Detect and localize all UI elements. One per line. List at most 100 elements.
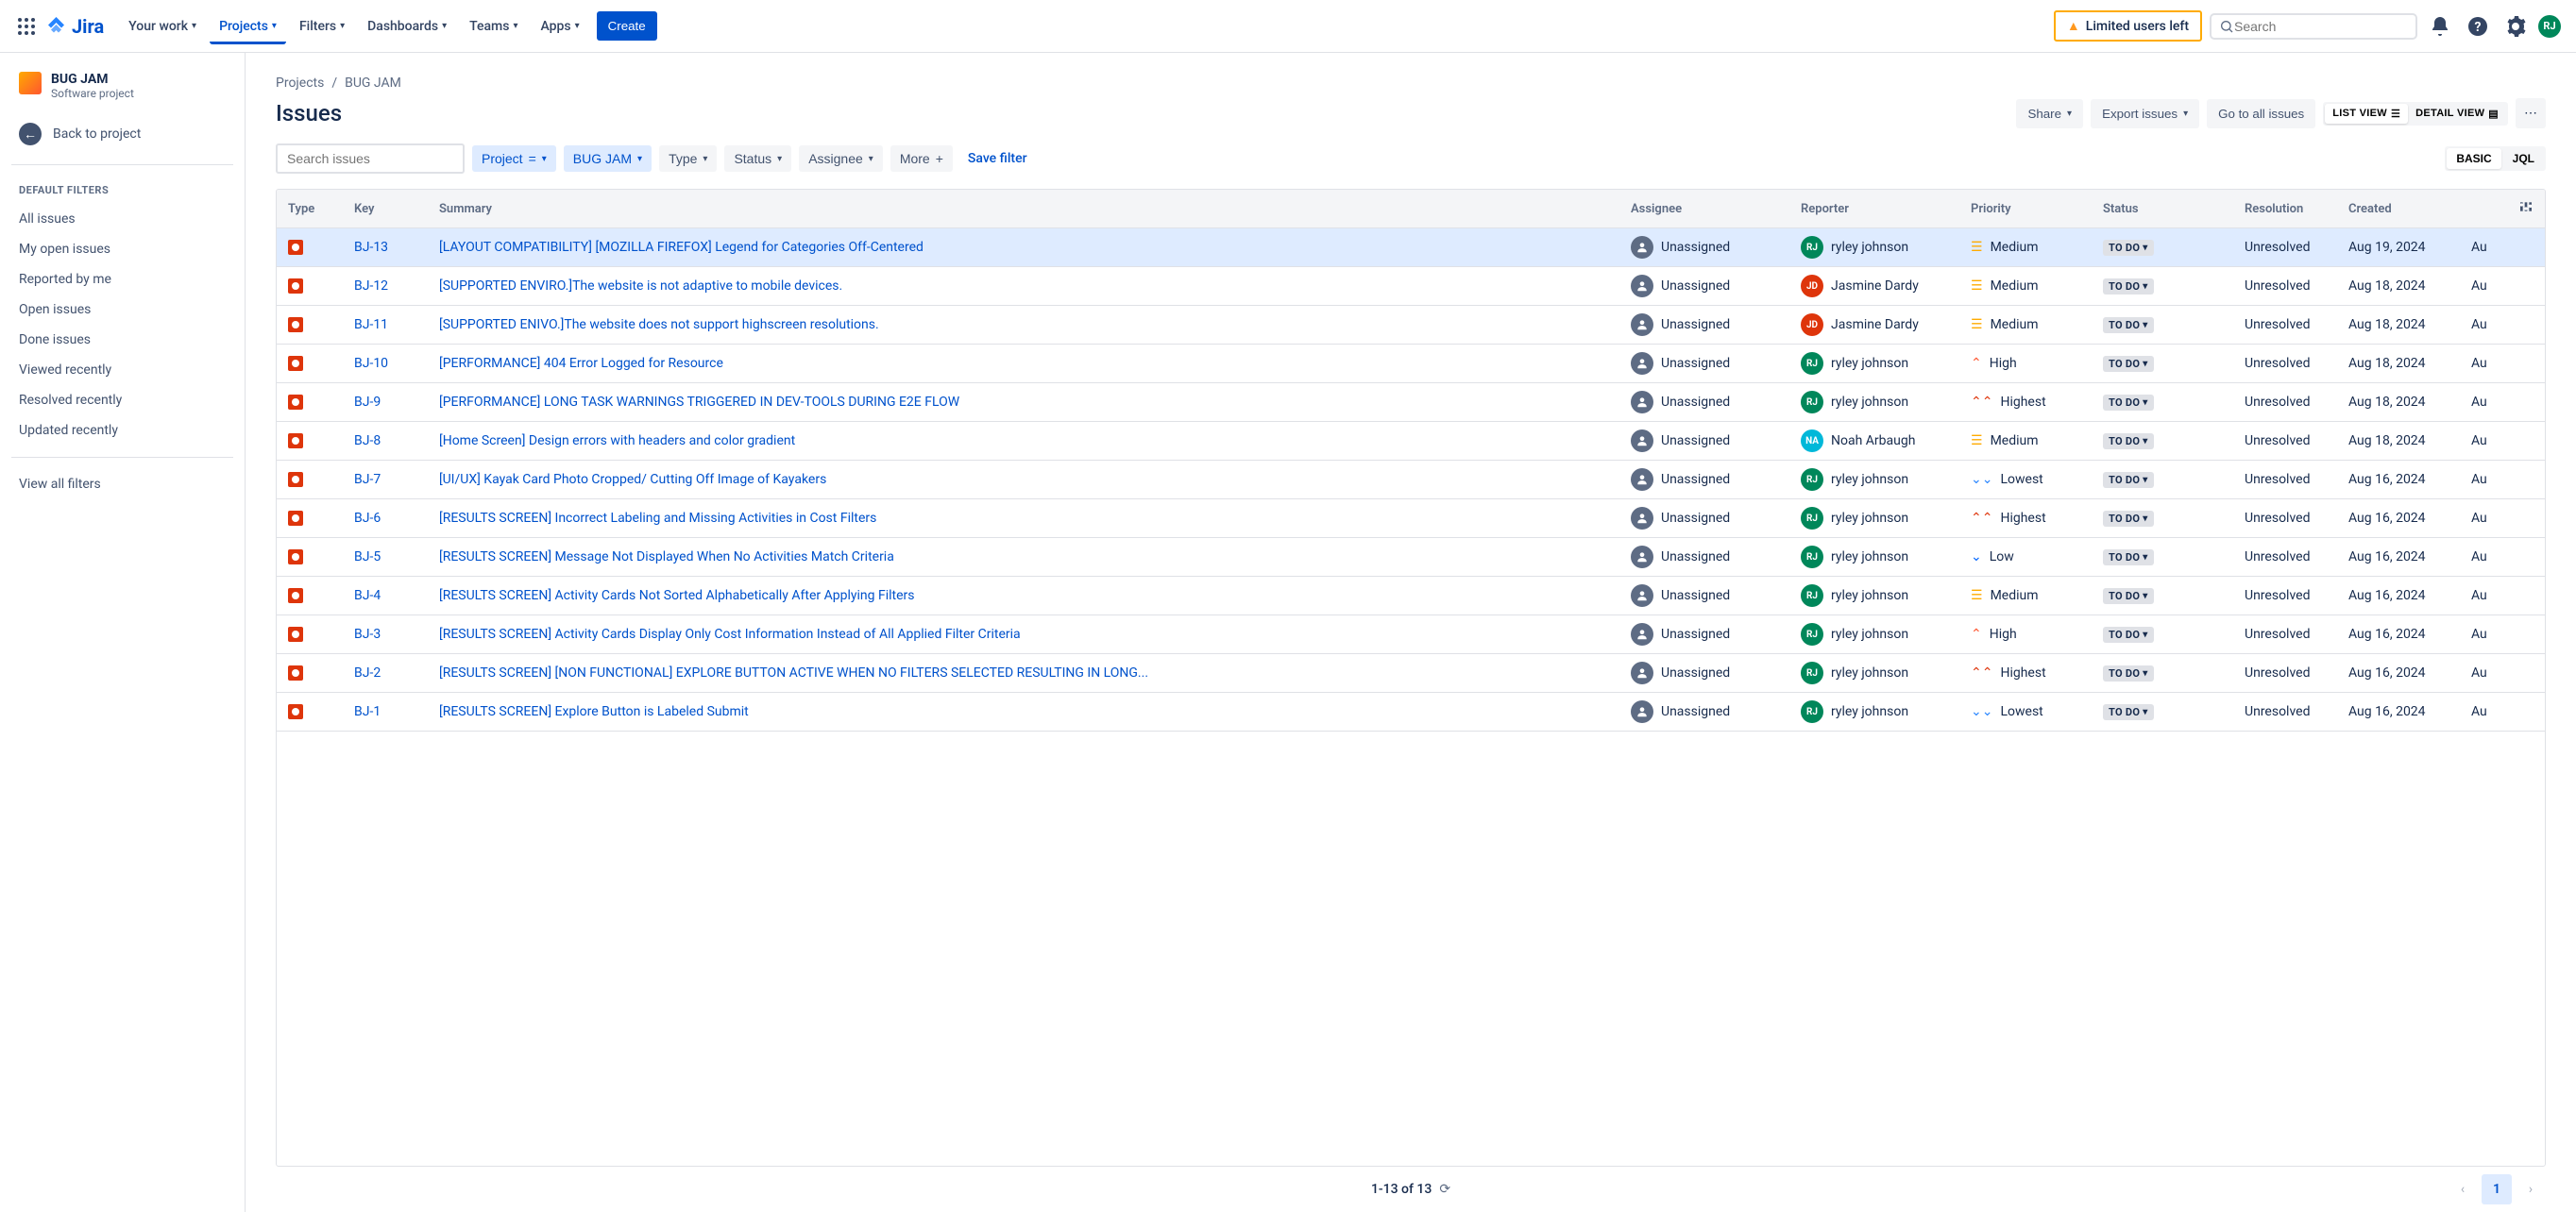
user-avatar[interactable]: RJ <box>2538 15 2561 38</box>
assignee-cell[interactable]: Unassigned <box>1631 584 1778 607</box>
reporter-cell[interactable]: JDJasmine Dardy <box>1801 275 1948 297</box>
priority-cell[interactable]: ⌄⌄Lowest <box>1971 704 2080 719</box>
issue-summary[interactable]: [SUPPORTED ENIVO.]The website does not s… <box>439 317 879 332</box>
issue-key[interactable]: BJ-8 <box>354 433 381 448</box>
status-filter[interactable]: Status ▾ <box>724 145 791 172</box>
assignee-cell[interactable]: Unassigned <box>1631 275 1778 297</box>
sidebar-filter-updated-recently[interactable]: Updated recently <box>11 415 233 446</box>
priority-cell[interactable]: ⌄⌄Lowest <box>1971 472 2080 487</box>
reporter-cell[interactable]: NANoah Arbaugh <box>1801 429 1948 452</box>
priority-cell[interactable]: ☰Medium <box>1971 278 2080 294</box>
breadcrumb-project[interactable]: BUG JAM <box>345 76 401 91</box>
reporter-cell[interactable]: JDJasmine Dardy <box>1801 313 1948 336</box>
list-view-toggle[interactable]: LIST VIEW ☰ <box>2325 104 2408 124</box>
issue-summary[interactable]: [LAYOUT COMPATIBILITY] [MOZILLA FIREFOX]… <box>439 240 924 255</box>
column-header-type[interactable]: Type <box>277 190 343 228</box>
priority-cell[interactable]: ⌃⌃Highest <box>1971 511 2080 526</box>
more-filter[interactable]: More + <box>890 145 953 172</box>
issue-summary[interactable]: [RESULTS SCREEN] Activity Cards Display … <box>439 627 1021 642</box>
basic-toggle[interactable]: BASIC <box>2447 148 2500 169</box>
status-badge[interactable]: TO DO ▾ <box>2103 356 2154 372</box>
issue-search[interactable] <box>276 143 465 174</box>
status-badge[interactable]: TO DO ▾ <box>2103 627 2154 643</box>
status-badge[interactable]: TO DO ▾ <box>2103 278 2154 295</box>
global-search[interactable] <box>2210 13 2417 40</box>
search-input[interactable] <box>2234 19 2408 34</box>
nav-item-teams[interactable]: Teams▾ <box>460 11 527 42</box>
view-all-filters[interactable]: View all filters <box>11 469 233 499</box>
assignee-cell[interactable]: Unassigned <box>1631 313 1778 336</box>
sidebar-filter-done-issues[interactable]: Done issues <box>11 325 233 355</box>
status-badge[interactable]: TO DO ▾ <box>2103 511 2154 527</box>
issue-summary[interactable]: [RESULTS SCREEN] Explore Button is Label… <box>439 704 749 719</box>
share-button[interactable]: Share▾ <box>2016 99 2083 128</box>
priority-cell[interactable]: ⌃High <box>1971 356 2080 371</box>
table-row[interactable]: BJ-12 [SUPPORTED ENVIRO.]The website is … <box>277 267 2545 306</box>
limited-users-banner[interactable]: ▲ Limited users left <box>2054 10 2202 42</box>
sidebar-filter-reported-by-me[interactable]: Reported by me <box>11 264 233 295</box>
column-header-reporter[interactable]: Reporter <box>1789 190 1959 228</box>
issue-key[interactable]: BJ-9 <box>354 395 381 410</box>
issue-summary[interactable]: [RESULTS SCREEN] [NON FUNCTIONAL] EXPLOR… <box>439 665 1148 681</box>
assignee-cell[interactable]: Unassigned <box>1631 236 1778 259</box>
assignee-cell[interactable]: Unassigned <box>1631 391 1778 413</box>
assignee-cell[interactable]: Unassigned <box>1631 623 1778 646</box>
table-row[interactable]: BJ-5 [RESULTS SCREEN] Message Not Displa… <box>277 538 2545 577</box>
table-row[interactable]: BJ-1 [RESULTS SCREEN] Explore Button is … <box>277 693 2545 732</box>
issue-summary[interactable]: [PERFORMANCE] 404 Error Logged for Resou… <box>439 356 723 371</box>
priority-cell[interactable]: ⌃High <box>1971 627 2080 642</box>
project-filter-value[interactable]: BUG JAM ▾ <box>564 145 652 172</box>
assignee-cell[interactable]: Unassigned <box>1631 546 1778 568</box>
status-badge[interactable]: TO DO ▾ <box>2103 588 2154 604</box>
nav-item-projects[interactable]: Projects▾ <box>210 11 286 44</box>
priority-cell[interactable]: ☰Medium <box>1971 317 2080 332</box>
next-page-icon[interactable]: › <box>2516 1174 2546 1204</box>
table-row[interactable]: BJ-8 [Home Screen] Design errors with he… <box>277 422 2545 461</box>
table-row[interactable]: BJ-13 [LAYOUT COMPATIBILITY] [MOZILLA FI… <box>277 228 2545 267</box>
nav-item-apps[interactable]: Apps▾ <box>531 11 588 42</box>
priority-cell[interactable]: ☰Medium <box>1971 240 2080 255</box>
column-header-updated[interactable] <box>2460 190 2507 228</box>
reporter-cell[interactable]: RJryley johnson <box>1801 700 1948 723</box>
reporter-cell[interactable]: RJryley johnson <box>1801 468 1948 491</box>
assignee-cell[interactable]: Unassigned <box>1631 468 1778 491</box>
column-header-resolution[interactable]: Resolution <box>2233 190 2337 228</box>
priority-cell[interactable]: ⌃⌃Highest <box>1971 665 2080 681</box>
priority-cell[interactable]: ⌄Low <box>1971 549 2080 564</box>
issue-summary[interactable]: [Home Screen] Design errors with headers… <box>439 433 795 448</box>
settings-icon[interactable] <box>2500 11 2531 42</box>
more-actions-icon[interactable]: ⋯ <box>2516 98 2546 128</box>
status-badge[interactable]: TO DO ▾ <box>2103 317 2154 333</box>
status-badge[interactable]: TO DO ▾ <box>2103 665 2154 682</box>
table-row[interactable]: BJ-3 [RESULTS SCREEN] Activity Cards Dis… <box>277 615 2545 654</box>
sidebar-filter-viewed-recently[interactable]: Viewed recently <box>11 355 233 385</box>
table-row[interactable]: BJ-11 [SUPPORTED ENIVO.]The website does… <box>277 306 2545 345</box>
reporter-cell[interactable]: RJryley johnson <box>1801 662 1948 684</box>
reporter-cell[interactable]: RJryley johnson <box>1801 623 1948 646</box>
export-button[interactable]: Export issues▾ <box>2091 99 2199 128</box>
assignee-cell[interactable]: Unassigned <box>1631 352 1778 375</box>
save-filter-link[interactable]: Save filter <box>968 151 1027 166</box>
reporter-cell[interactable]: RJryley johnson <box>1801 507 1948 530</box>
notifications-icon[interactable] <box>2425 11 2455 42</box>
table-row[interactable]: BJ-2 [RESULTS SCREEN] [NON FUNCTIONAL] E… <box>277 654 2545 693</box>
back-to-project[interactable]: ← Back to project <box>11 115 233 153</box>
column-header-summary[interactable]: Summary <box>428 190 1619 228</box>
reporter-cell[interactable]: RJryley johnson <box>1801 391 1948 413</box>
column-header-created[interactable]: Created <box>2337 190 2460 228</box>
table-row[interactable]: BJ-4 [RESULTS SCREEN] Activity Cards Not… <box>277 577 2545 615</box>
issue-summary[interactable]: [PERFORMANCE] LONG TASK WARNINGS TRIGGER… <box>439 395 959 410</box>
nav-item-filters[interactable]: Filters▾ <box>290 11 354 42</box>
reporter-cell[interactable]: RJryley johnson <box>1801 236 1948 259</box>
status-badge[interactable]: TO DO ▾ <box>2103 549 2154 565</box>
assignee-cell[interactable]: Unassigned <box>1631 662 1778 684</box>
issue-key[interactable]: BJ-11 <box>354 317 388 332</box>
app-switcher-icon[interactable] <box>15 15 38 38</box>
status-badge[interactable]: TO DO ▾ <box>2103 472 2154 488</box>
issue-key[interactable]: BJ-10 <box>354 356 388 371</box>
jira-logo[interactable]: Jira <box>45 15 104 38</box>
issue-key[interactable]: BJ-6 <box>354 511 381 526</box>
sidebar-filter-all-issues[interactable]: All issues <box>11 204 233 234</box>
column-settings-icon[interactable] <box>2507 190 2545 228</box>
assignee-filter[interactable]: Assignee ▾ <box>799 145 883 172</box>
